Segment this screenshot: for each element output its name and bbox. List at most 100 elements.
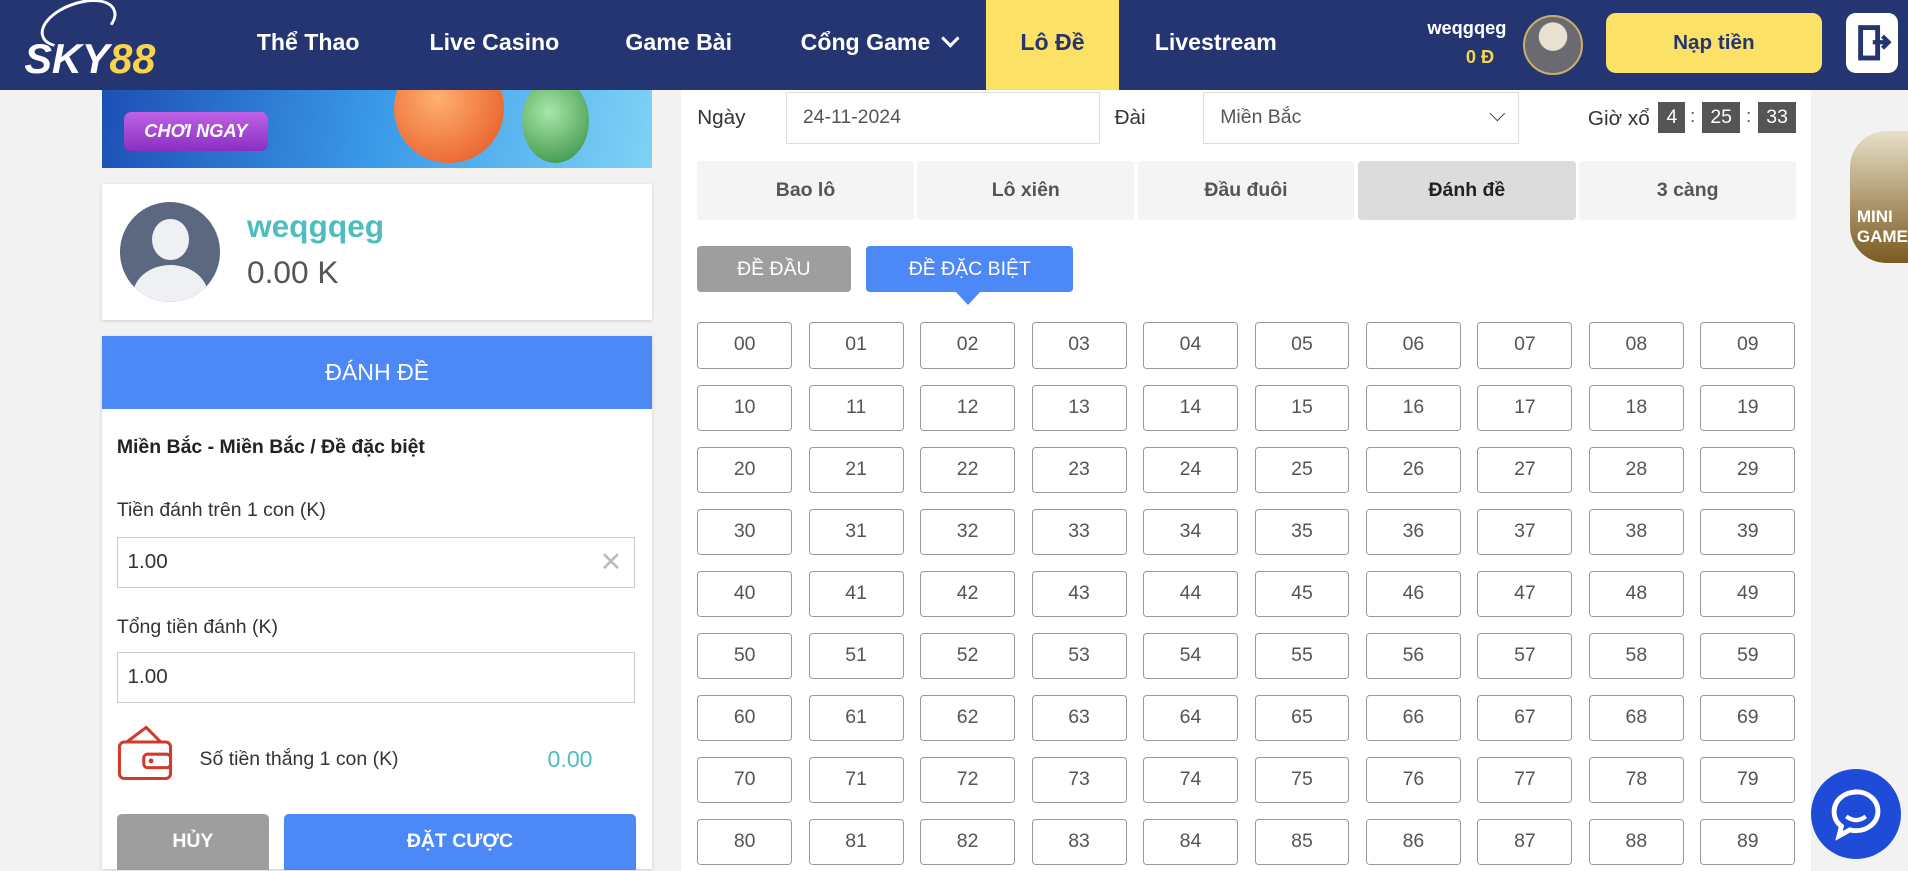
number-cell[interactable]: 18 bbox=[1588, 384, 1684, 431]
number-cell[interactable]: 40 bbox=[697, 570, 793, 617]
clear-icon[interactable]: ✕ bbox=[600, 538, 622, 587]
nav-the-thao[interactable]: Thể Thao bbox=[257, 0, 360, 90]
number-cell[interactable]: 86 bbox=[1365, 818, 1461, 866]
nav-game-bai[interactable]: Game Bài bbox=[625, 0, 732, 90]
sky88-logo[interactable]: SKY88 bbox=[22, 0, 155, 87]
number-cell[interactable]: 85 bbox=[1254, 818, 1350, 866]
tab-bao-lo[interactable]: Bao lô bbox=[697, 160, 914, 221]
number-cell[interactable]: 11 bbox=[808, 384, 904, 431]
tab-danh-de[interactable]: Đánh đề bbox=[1357, 160, 1576, 221]
number-cell[interactable]: 63 bbox=[1031, 694, 1127, 742]
number-cell[interactable]: 01 bbox=[808, 322, 904, 369]
number-cell[interactable]: 35 bbox=[1254, 508, 1350, 555]
number-cell[interactable]: 61 bbox=[808, 694, 904, 742]
number-cell[interactable]: 08 bbox=[1588, 322, 1684, 369]
number-cell[interactable]: 38 bbox=[1588, 508, 1684, 555]
number-cell[interactable]: 24 bbox=[1143, 446, 1238, 493]
total-input[interactable]: 1.00 bbox=[116, 652, 636, 704]
number-cell[interactable]: 65 bbox=[1254, 694, 1350, 742]
number-cell[interactable]: 10 bbox=[697, 384, 793, 431]
number-cell[interactable]: 16 bbox=[1365, 384, 1461, 431]
number-cell[interactable]: 29 bbox=[1700, 446, 1796, 493]
number-cell[interactable]: 49 bbox=[1700, 570, 1796, 617]
number-cell[interactable]: 79 bbox=[1700, 756, 1796, 804]
number-cell[interactable]: 36 bbox=[1365, 508, 1461, 555]
tab-3-cang[interactable]: 3 càng bbox=[1579, 160, 1796, 221]
number-cell[interactable]: 81 bbox=[808, 818, 904, 866]
user-avatar[interactable] bbox=[1523, 14, 1584, 75]
number-cell[interactable]: 39 bbox=[1700, 508, 1796, 555]
topup-button[interactable]: Nạp tiền bbox=[1606, 13, 1822, 73]
number-cell[interactable]: 51 bbox=[808, 632, 904, 679]
number-cell[interactable]: 33 bbox=[1031, 508, 1127, 555]
nav-cong-game[interactable]: Cổng Game bbox=[801, 0, 960, 90]
number-cell[interactable]: 31 bbox=[808, 508, 904, 555]
promo-banner[interactable]: CHƠI NGAY bbox=[102, 90, 653, 168]
number-cell[interactable]: 53 bbox=[1031, 632, 1127, 679]
number-cell[interactable]: 59 bbox=[1700, 632, 1796, 679]
number-cell[interactable]: 30 bbox=[697, 508, 793, 555]
number-cell[interactable]: 70 bbox=[697, 756, 793, 804]
number-cell[interactable]: 07 bbox=[1477, 322, 1573, 369]
number-cell[interactable]: 82 bbox=[920, 818, 1016, 866]
number-cell[interactable]: 42 bbox=[920, 570, 1016, 617]
cancel-button[interactable]: HỦY bbox=[116, 814, 269, 870]
number-cell[interactable]: 74 bbox=[1143, 756, 1238, 804]
number-cell[interactable]: 50 bbox=[697, 632, 793, 679]
number-cell[interactable]: 67 bbox=[1477, 694, 1573, 742]
number-cell[interactable]: 60 bbox=[697, 694, 793, 742]
place-bet-button[interactable]: ĐẶT CƯỢC bbox=[283, 814, 637, 870]
number-cell[interactable]: 66 bbox=[1365, 694, 1461, 742]
nav-livestream[interactable]: Livestream bbox=[1155, 0, 1277, 90]
number-cell[interactable]: 41 bbox=[808, 570, 904, 617]
nav-live-casino[interactable]: Live Casino bbox=[430, 0, 560, 90]
number-cell[interactable]: 76 bbox=[1365, 756, 1461, 804]
number-cell[interactable]: 44 bbox=[1143, 570, 1238, 617]
number-cell[interactable]: 25 bbox=[1254, 446, 1350, 493]
number-cell[interactable]: 20 bbox=[697, 446, 793, 493]
station-select[interactable]: Miền Bắc bbox=[1203, 92, 1519, 144]
number-cell[interactable]: 27 bbox=[1477, 446, 1573, 493]
number-cell[interactable]: 64 bbox=[1143, 694, 1238, 742]
number-cell[interactable]: 48 bbox=[1588, 570, 1684, 617]
play-now-button[interactable]: CHƠI NGAY bbox=[124, 111, 268, 151]
number-cell[interactable]: 47 bbox=[1477, 570, 1573, 617]
subtab-de-dac-biet[interactable]: ĐỀ ĐẶC BIỆT bbox=[866, 245, 1074, 293]
number-cell[interactable]: 28 bbox=[1588, 446, 1684, 493]
number-cell[interactable]: 55 bbox=[1254, 632, 1350, 679]
number-cell[interactable]: 32 bbox=[920, 508, 1016, 555]
number-cell[interactable]: 15 bbox=[1254, 384, 1350, 431]
number-cell[interactable]: 13 bbox=[1031, 384, 1127, 431]
number-cell[interactable]: 58 bbox=[1588, 632, 1684, 679]
number-cell[interactable]: 68 bbox=[1588, 694, 1684, 742]
number-cell[interactable]: 54 bbox=[1143, 632, 1238, 679]
number-cell[interactable]: 52 bbox=[920, 632, 1016, 679]
number-cell[interactable]: 03 bbox=[1031, 322, 1127, 369]
number-cell[interactable]: 62 bbox=[920, 694, 1016, 742]
number-cell[interactable]: 80 bbox=[697, 818, 793, 866]
chat-button[interactable] bbox=[1810, 769, 1901, 860]
number-cell[interactable]: 06 bbox=[1365, 322, 1461, 369]
number-cell[interactable]: 87 bbox=[1477, 818, 1573, 866]
number-cell[interactable]: 34 bbox=[1143, 508, 1238, 555]
number-cell[interactable]: 84 bbox=[1143, 818, 1238, 866]
number-cell[interactable]: 04 bbox=[1143, 322, 1238, 369]
number-cell[interactable]: 89 bbox=[1700, 818, 1796, 866]
number-cell[interactable]: 26 bbox=[1365, 446, 1461, 493]
number-cell[interactable]: 77 bbox=[1477, 756, 1573, 804]
number-cell[interactable]: 14 bbox=[1143, 384, 1238, 431]
date-input[interactable]: 24-11-2024 bbox=[786, 92, 1100, 144]
number-cell[interactable]: 43 bbox=[1031, 570, 1127, 617]
mini-game-widget[interactable]: MINI GAME bbox=[1849, 131, 1908, 263]
number-cell[interactable]: 56 bbox=[1365, 632, 1461, 679]
number-cell[interactable]: 73 bbox=[1031, 756, 1127, 804]
number-cell[interactable]: 72 bbox=[920, 756, 1016, 804]
number-cell[interactable]: 00 bbox=[697, 322, 793, 369]
number-cell[interactable]: 12 bbox=[920, 384, 1016, 431]
number-cell[interactable]: 75 bbox=[1254, 756, 1350, 804]
number-cell[interactable]: 71 bbox=[808, 756, 904, 804]
number-cell[interactable]: 05 bbox=[1254, 322, 1350, 369]
subtab-de-dau[interactable]: ĐỀ ĐẦU bbox=[697, 245, 851, 293]
number-cell[interactable]: 69 bbox=[1700, 694, 1796, 742]
number-cell[interactable]: 83 bbox=[1031, 818, 1127, 866]
